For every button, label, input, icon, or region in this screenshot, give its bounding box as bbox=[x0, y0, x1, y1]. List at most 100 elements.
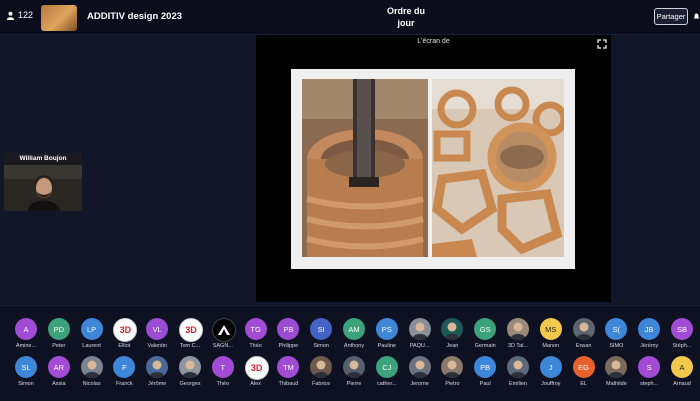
attendee-name: Simon bbox=[18, 381, 34, 387]
attendee-avatar bbox=[211, 318, 236, 342]
attendee-item[interactable]: Pietro bbox=[435, 356, 469, 394]
attendee-avatar: J bbox=[539, 356, 562, 378]
attendee-item[interactable]: GS Germain bbox=[468, 318, 502, 356]
attendee-item[interactable]: PB Philippe bbox=[271, 318, 305, 356]
attendee-name: Manon bbox=[542, 343, 560, 349]
attendee-avatar: CJ bbox=[375, 356, 398, 378]
attendee-name: PAQU... bbox=[409, 343, 430, 349]
attendee-item[interactable]: Jean bbox=[435, 318, 469, 356]
attendee-item[interactable]: AM Anthony bbox=[337, 318, 371, 356]
attendee-item[interactable]: Emilien bbox=[501, 356, 535, 394]
participants-count[interactable]: 122 bbox=[6, 10, 33, 20]
attendee-avatar: SB bbox=[671, 318, 693, 340]
attendee-name: SIMO bbox=[609, 343, 624, 349]
attendee-item[interactable]: Jérôme bbox=[140, 356, 174, 394]
attendee-item[interactable]: PB Paul bbox=[468, 356, 502, 394]
attendee-item[interactable]: Erwan bbox=[567, 318, 601, 356]
attendee-name: Germain bbox=[474, 343, 496, 349]
attendee-avatar: AM bbox=[343, 318, 365, 340]
attendee-item[interactable]: JB Jérémy bbox=[632, 318, 666, 356]
attendee-name: Jouffroy bbox=[541, 381, 561, 387]
attendee-photo bbox=[510, 360, 526, 378]
attendee-item[interactable]: TM Thibaud bbox=[271, 356, 305, 394]
slide-photo-3d-printing bbox=[302, 79, 428, 257]
attendee-item[interactable]: Jerome bbox=[403, 356, 437, 394]
attendee-avatar bbox=[408, 356, 431, 378]
attendee-avatar bbox=[80, 356, 103, 378]
attendee-photo bbox=[411, 322, 428, 340]
attendee-item[interactable]: PS Pauline bbox=[370, 318, 404, 356]
attendee-item[interactable]: F Franck bbox=[107, 356, 141, 394]
attendee-avatar: SI bbox=[310, 318, 333, 340]
attendee-name: Anthony bbox=[343, 343, 365, 349]
attendee-item[interactable]: LP Laurent bbox=[75, 318, 109, 356]
attendee-strip: A Amine... PD Peter LP Laurent 3D Elliot VL Valen… bbox=[0, 305, 700, 401]
attendee-name: Jérôme bbox=[148, 381, 167, 387]
attendee-item[interactable]: A Arnaud bbox=[665, 356, 699, 394]
attendee-name: Elliot bbox=[118, 343, 131, 349]
attendee-name: Thibaud bbox=[278, 381, 299, 387]
agenda-label-line2: jour bbox=[397, 18, 415, 28]
fullscreen-icon[interactable] bbox=[597, 39, 607, 49]
attendee-item[interactable]: TG Théo bbox=[239, 318, 273, 356]
attendee-name: Tom C... bbox=[179, 343, 201, 349]
attendee-name: Théo bbox=[249, 343, 262, 349]
attendee-item[interactable]: SI Simon bbox=[304, 318, 338, 356]
attendee-item[interactable]: AR Assia bbox=[42, 356, 76, 394]
share-button[interactable]: Partager bbox=[654, 8, 688, 25]
attendee-item[interactable]: Mathilde bbox=[599, 356, 633, 394]
attendee-avatar: PS bbox=[375, 318, 398, 340]
attendee-item[interactable]: SB Stéph... bbox=[665, 318, 699, 356]
speaker-video-tile[interactable]: William Boujon bbox=[4, 153, 82, 211]
speaker-video-feed bbox=[4, 165, 82, 211]
attendee-item[interactable]: PAQU... bbox=[403, 318, 437, 356]
attendee-item[interactable]: 3D Tom C... bbox=[173, 318, 207, 356]
attendee-name: Jerome bbox=[410, 381, 429, 387]
attendee-name: Simon bbox=[313, 343, 329, 349]
attendee-name: Théo bbox=[216, 381, 230, 387]
attendee-item[interactable]: 3D Alex bbox=[239, 356, 273, 394]
attendee-name: 3D Tal... bbox=[507, 343, 529, 349]
bell-icon[interactable] bbox=[693, 11, 700, 22]
attendee-item[interactable]: Ssteph... bbox=[632, 356, 666, 394]
attendee-name: Fabrice bbox=[312, 381, 331, 387]
attendee-name: steph... bbox=[640, 381, 659, 387]
attendee-name: SAGN... bbox=[212, 343, 233, 349]
attendee-item[interactable]: Georges bbox=[173, 356, 207, 394]
sagn-logo-icon bbox=[217, 325, 230, 335]
attendee-photo bbox=[575, 322, 592, 340]
attendee-name: Franck bbox=[115, 381, 133, 387]
attendee-photo bbox=[444, 360, 461, 378]
attendee-item[interactable]: 3D Elliot bbox=[107, 318, 141, 356]
attendee-avatar: AR bbox=[47, 356, 70, 378]
attendee-item[interactable]: T Théo bbox=[206, 356, 240, 394]
attendee-item[interactable]: EG EL bbox=[567, 356, 601, 394]
attendee-item[interactable]: VL Valentin bbox=[140, 318, 174, 356]
attendee-item[interactable]: J Jouffroy bbox=[534, 356, 568, 394]
attendee-item[interactable]: Pierre bbox=[337, 356, 371, 394]
attendee-photo bbox=[149, 360, 166, 378]
attendee-item[interactable]: Fabrice bbox=[304, 356, 338, 394]
attendee-avatar: JB bbox=[638, 318, 661, 340]
speaker-video-image bbox=[4, 165, 82, 211]
attendee-item[interactable]: PD Peter bbox=[42, 318, 76, 356]
agenda-button[interactable]: Ordre du jour bbox=[380, 5, 432, 29]
attendee-item[interactable]: A Amine... bbox=[9, 318, 43, 356]
attendee-name: Arnaud bbox=[673, 381, 691, 387]
attendee-item[interactable]: SL Simon bbox=[9, 356, 43, 394]
attendee-photo bbox=[444, 322, 461, 340]
agenda-label-line1: Ordre du bbox=[386, 6, 425, 16]
attendee-item[interactable]: Nicolas bbox=[75, 356, 109, 394]
attendee-avatar: 3D bbox=[244, 356, 269, 380]
attendee-avatar: A bbox=[671, 356, 693, 378]
attendee-name: Paul bbox=[479, 381, 491, 387]
attendee-item[interactable]: CJ cather... bbox=[370, 356, 404, 394]
attendee-item[interactable]: S(SIMO bbox=[599, 318, 633, 356]
attendee-item[interactable]: MS Manon bbox=[534, 318, 568, 356]
attendee-item[interactable]: SAGN... bbox=[206, 318, 240, 356]
attendee-name: Assia bbox=[52, 381, 66, 387]
attendee-name: Valentin bbox=[147, 343, 167, 349]
attendee-avatar: EG bbox=[572, 356, 595, 378]
attendee-photo bbox=[411, 360, 428, 378]
attendee-item[interactable]: 3D Tal... bbox=[501, 318, 535, 356]
